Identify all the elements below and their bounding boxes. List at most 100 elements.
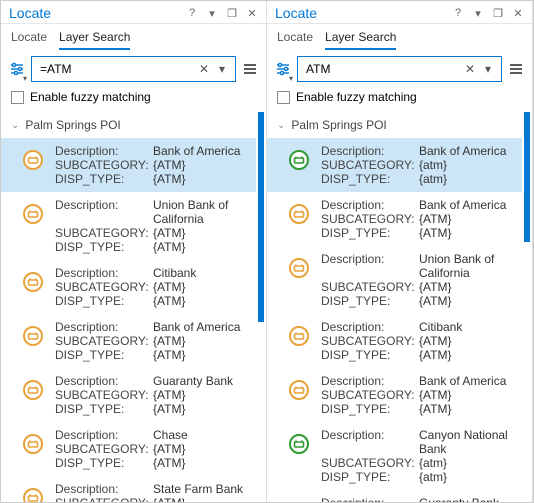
search-input[interactable]	[306, 62, 461, 76]
field-value-disp: {ATM}	[419, 226, 506, 240]
tab-locate[interactable]: Locate	[11, 30, 47, 50]
fuzzy-checkbox[interactable]	[277, 91, 290, 104]
field-value-sub: {ATM}	[153, 158, 240, 172]
pane-title: Locate	[275, 5, 450, 21]
field-label-sub: SUBCATEGORY:	[321, 334, 411, 348]
field-value-desc: Bank of America	[419, 198, 506, 212]
restore-icon[interactable]: ❐	[490, 5, 506, 21]
group-header[interactable]: ⌄Palm Springs POI	[1, 112, 256, 138]
poi-icon	[21, 202, 45, 226]
close-icon[interactable]: ✕	[510, 5, 526, 21]
menu-button[interactable]	[508, 57, 524, 81]
poi-icon	[21, 486, 45, 502]
field-label-disp: DISP_TYPE:	[321, 470, 411, 484]
result-row[interactable]: Description:Bank of AmericaSUBCATEGORY:{…	[1, 138, 256, 192]
field-label-desc: Description:	[55, 374, 145, 388]
dropdown-icon[interactable]: ▾	[204, 5, 220, 21]
search-dropdown-icon[interactable]: ▾	[213, 60, 231, 78]
help-icon[interactable]: ?	[450, 5, 466, 21]
dropdown-icon[interactable]: ▾	[470, 5, 486, 21]
field-label-desc: Description:	[55, 482, 145, 496]
field-value-disp: {ATM}	[153, 240, 256, 254]
poi-icon	[287, 432, 311, 456]
result-row[interactable]: Description:Union Bank of CaliforniaSUBC…	[267, 246, 522, 314]
field-value-desc: Canyon National Bank	[419, 428, 522, 456]
scrollbar[interactable]	[258, 112, 264, 502]
chevron-down-icon: ⌄	[277, 120, 285, 131]
poi-icon	[287, 148, 311, 172]
scrollbar-thumb[interactable]	[524, 112, 530, 242]
fuzzy-label: Enable fuzzy matching	[30, 90, 151, 104]
result-row[interactable]: Description:Guaranty BankSUBCATEGORY:{AT…	[1, 368, 256, 422]
result-row[interactable]: Description:Canyon National BankSUBCATEG…	[267, 422, 522, 490]
filter-button[interactable]: ▾	[275, 57, 291, 81]
result-row[interactable]: Description: State Farm Bank SUBCATEGORY: {…	[1, 476, 256, 502]
result-row[interactable]: Description:Union Bank of CaliforniaSUBC…	[1, 192, 256, 260]
result-row[interactable]: Description:ChaseSUBCATEGORY:{ATM}DISP_T…	[1, 422, 256, 476]
field-value-sub: {ATM}	[153, 280, 196, 294]
field-label-sub: SUBCATEGORY:	[55, 280, 145, 294]
field-label-disp: DISP_TYPE:	[55, 294, 145, 308]
field-value-sub: {ATM}	[419, 212, 506, 226]
search-input[interactable]	[40, 62, 195, 76]
poi-icon	[287, 256, 311, 280]
field-label-sub: SUBCATEGORY:	[55, 496, 145, 502]
field-value-disp: {ATM}	[419, 402, 506, 416]
field-value-sub: {ATM}	[419, 334, 462, 348]
field-value-desc: Citibank	[153, 266, 196, 280]
poi-icon	[21, 378, 45, 402]
search-dropdown-icon[interactable]: ▾	[479, 60, 497, 78]
result-row[interactable]: Description:Bank of AmericaSUBCATEGORY:{…	[267, 192, 522, 246]
field-value-desc: Chase	[153, 428, 188, 442]
field-value-disp: {ATM}	[153, 294, 196, 308]
field-value-sub: {ATM}	[419, 388, 506, 402]
result-row[interactable]: Description:CitibankSUBCATEGORY:{ATM}DIS…	[267, 314, 522, 368]
field-value-disp: {ATM}	[153, 402, 233, 416]
chevron-down-icon: ⌄	[11, 120, 19, 131]
field-label-desc: Description:	[321, 252, 411, 280]
field-label-sub: SUBCATEGORY:	[321, 158, 411, 172]
tab-layer-search[interactable]: Layer Search	[325, 30, 396, 50]
clear-icon[interactable]: ✕	[461, 60, 479, 78]
field-value-desc: Bank of America	[153, 320, 240, 334]
field-value-desc: Bank of America	[419, 374, 506, 388]
poi-icon	[287, 378, 311, 402]
field-value-disp: {ATM}	[419, 294, 522, 308]
field-label-desc: Description:	[321, 144, 411, 158]
fuzzy-label: Enable fuzzy matching	[296, 90, 417, 104]
filter-button[interactable]: ▾	[9, 57, 25, 81]
field-value-disp: {ATM}	[153, 348, 240, 362]
field-value-desc: Guaranty Bank	[153, 374, 233, 388]
field-label-sub: SUBCATEGORY:	[321, 388, 411, 402]
close-icon[interactable]: ✕	[244, 5, 260, 21]
field-label-desc: Description:	[55, 144, 145, 158]
clear-icon[interactable]: ✕	[195, 60, 213, 78]
field-label-sub: SUBCATEGORY:	[55, 334, 145, 348]
restore-icon[interactable]: ❐	[224, 5, 240, 21]
result-row[interactable]: Description:Bank of AmericaSUBCATEGORY:{…	[267, 138, 522, 192]
field-label-desc: Description:	[55, 320, 145, 334]
group-header[interactable]: ⌄ Palm Springs POI	[267, 112, 522, 138]
field-value-sub: {ATM}	[153, 442, 188, 456]
field-label-disp: DISP_TYPE:	[55, 456, 145, 470]
field-value-sub: {ATM}	[153, 496, 243, 502]
result-row[interactable]: Description:Guaranty BankSUBCATEGORY:{AT…	[267, 490, 522, 502]
scrollbar[interactable]	[524, 112, 530, 502]
poi-icon	[21, 432, 45, 456]
scrollbar-thumb[interactable]	[258, 112, 264, 322]
field-value-desc: State Farm Bank	[153, 482, 243, 496]
help-icon[interactable]: ?	[184, 5, 200, 21]
pane-title: Locate	[9, 5, 184, 21]
group-title: Palm Springs POI	[291, 118, 386, 132]
field-label-sub: SUBCATEGORY:	[55, 158, 145, 172]
tab-locate[interactable]: Locate	[277, 30, 313, 50]
poi-icon	[287, 500, 311, 502]
field-value-sub: {ATM}	[419, 280, 522, 294]
fuzzy-checkbox[interactable]	[11, 91, 24, 104]
result-row[interactable]: Description:CitibankSUBCATEGORY:{ATM}DIS…	[1, 260, 256, 314]
tab-layer-search[interactable]: Layer Search	[59, 30, 130, 50]
result-row[interactable]: Description:Bank of AmericaSUBCATEGORY:{…	[267, 368, 522, 422]
menu-button[interactable]	[242, 57, 258, 81]
field-label-disp: DISP_TYPE:	[321, 226, 411, 240]
result-row[interactable]: Description: Bank of America SUBCATEGORY: {…	[1, 314, 256, 368]
